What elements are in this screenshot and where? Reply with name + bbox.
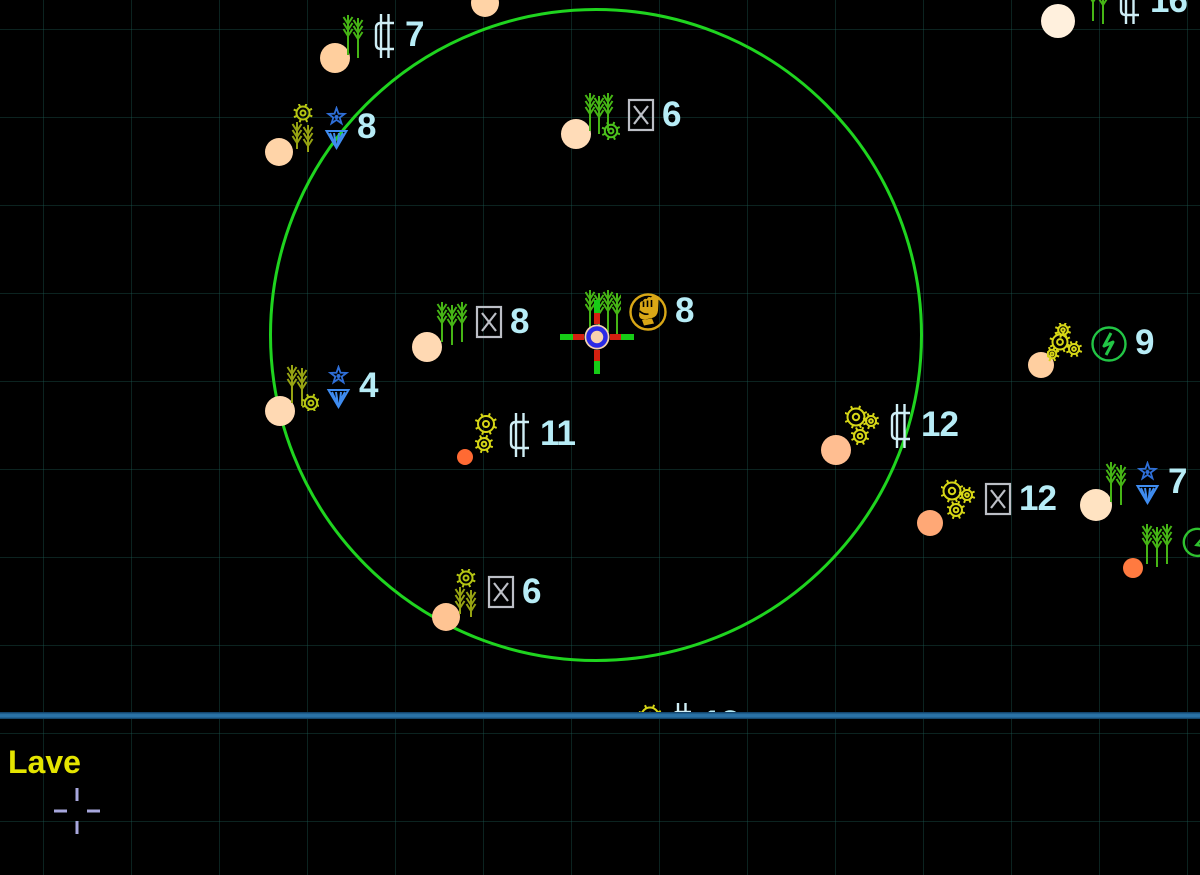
system-info-cluster: 7 (341, 12, 423, 60)
tech-level: 12 (1019, 481, 1056, 520)
selected-system-label: Lave (8, 746, 81, 778)
tech-level: 7 (1168, 464, 1186, 503)
system-info-cluster: 16 (1086, 0, 1187, 26)
system-info-cluster: 6 (584, 92, 680, 140)
galactic-chart-screen: 7 8 6 8 8 4 11 (0, 0, 1200, 875)
wheat-gear-green-icon (584, 92, 620, 140)
star-badge-icon (1134, 461, 1162, 505)
gears-3-icon (845, 404, 881, 448)
tech-level: 16 (1150, 0, 1187, 22)
colon-currency-icon (1116, 0, 1144, 25)
star-badge-icon (325, 365, 353, 409)
gear-1-icon (638, 704, 662, 712)
system-info-cluster: 12 (638, 701, 739, 712)
star-badge-icon (323, 106, 351, 150)
box-x-icon (474, 303, 504, 343)
wheat-2-icon (1086, 0, 1110, 25)
wheat-3-icon (436, 300, 468, 346)
system-dot[interactable] (471, 0, 499, 17)
tech-level: 12 (921, 407, 958, 446)
crescent-icon (1179, 526, 1200, 564)
tech-level: 8 (675, 293, 693, 332)
colon-currency-icon (506, 412, 534, 458)
tech-level: 9 (1135, 325, 1153, 364)
wheat-gear-olive-top-icon (452, 569, 480, 617)
chart-area[interactable]: 7 8 6 8 8 4 11 (0, 0, 1200, 712)
system-info-cluster: 11 (474, 411, 575, 459)
system-dot[interactable] (917, 510, 943, 536)
tech-level: 11 (540, 416, 575, 455)
colon-currency-icon (668, 702, 696, 712)
gears-3-icon (941, 478, 977, 522)
colon-currency-icon (371, 13, 399, 59)
system-info-cluster: 7 (1104, 459, 1186, 507)
tech-level: 7 (405, 17, 423, 56)
system-info-cluster: 6 (452, 569, 540, 617)
tech-level: 8 (357, 109, 375, 148)
colon-currency-icon (887, 403, 915, 449)
box-x-icon (626, 96, 656, 136)
chart-cursor-icon[interactable] (52, 786, 102, 836)
system-info-cluster: 9 (1047, 320, 1153, 368)
system-info-cluster: 12 (941, 476, 1056, 524)
tech-level: 4 (359, 368, 377, 407)
power-circle-icon (1089, 324, 1129, 364)
system-dot[interactable] (1041, 4, 1075, 38)
gears-4-icon (1047, 323, 1083, 365)
tech-level: 6 (662, 97, 680, 136)
wheat-gear-olive-top-icon (289, 104, 317, 152)
system-info-cluster: 8 (436, 299, 528, 347)
system-info-cluster: 4 (285, 363, 377, 411)
box-x-icon (983, 480, 1013, 520)
wheat-2-icon (1104, 460, 1128, 506)
system-info-cluster: 12 (845, 402, 958, 450)
gears-2-icon (474, 413, 500, 457)
system-info-cluster: 8 (289, 104, 375, 152)
tech-level: 6 (522, 574, 540, 613)
chart-divider-line (0, 712, 1200, 719)
system-dot[interactable] (457, 449, 473, 465)
tech-level: 8 (510, 304, 528, 343)
system-dot[interactable] (1123, 558, 1143, 578)
wheat-3-icon (1141, 522, 1173, 568)
wheat-gear-olive-br-icon (285, 363, 319, 411)
wheat-2-icon (341, 13, 365, 59)
box-x-icon (486, 573, 516, 613)
player-position-crosshair-icon (559, 299, 635, 375)
system-info-cluster (1141, 521, 1200, 569)
